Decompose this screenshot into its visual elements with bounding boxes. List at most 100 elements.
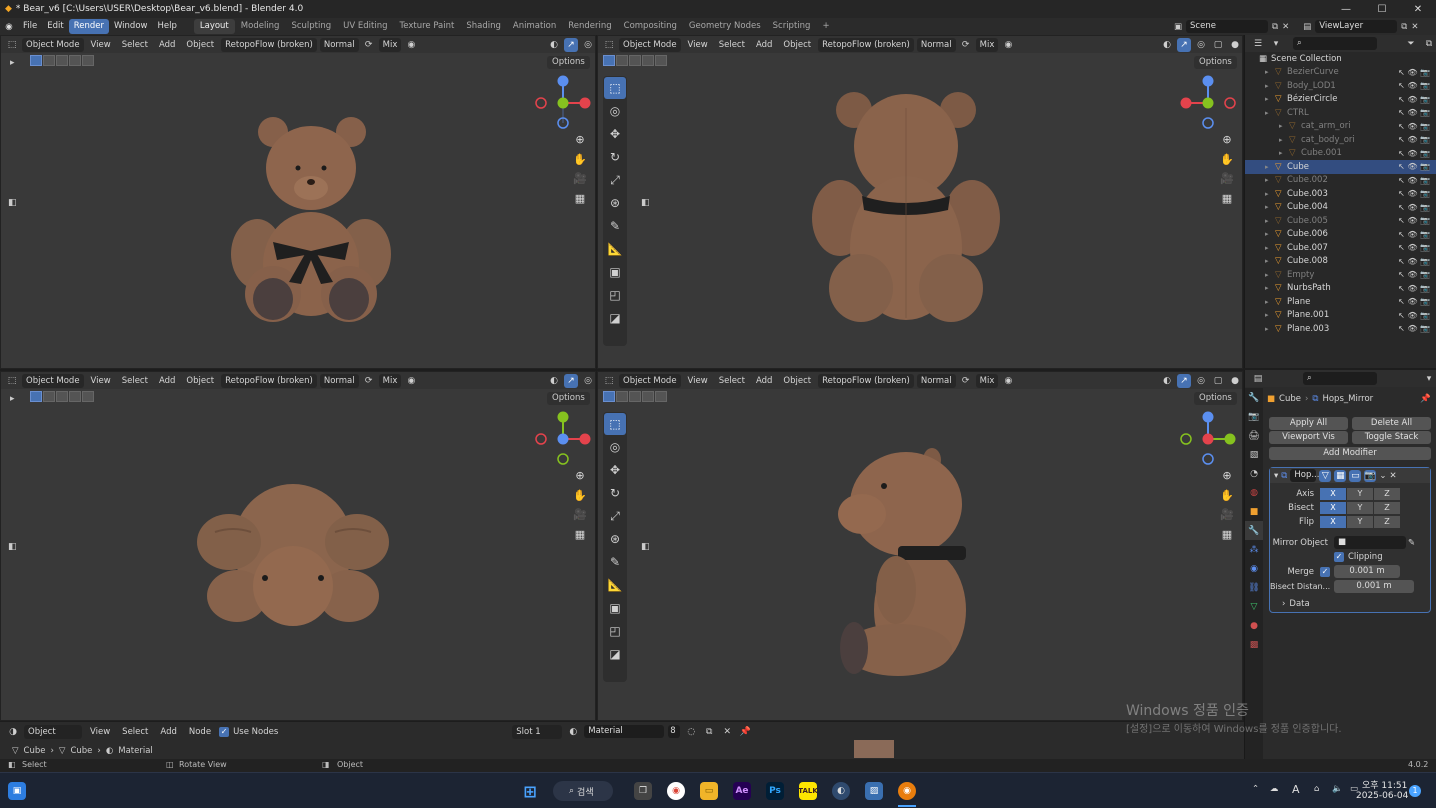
add-menu[interactable]: Add: [155, 38, 179, 52]
menu-render[interactable]: Render: [68, 19, 109, 34]
retopoflow-dropdown[interactable]: RetopoFlow (broken): [221, 37, 317, 52]
expand-arrow-icon[interactable]: ▸: [1265, 311, 1275, 319]
select-box-tool-icon[interactable]: ⬚: [604, 77, 626, 99]
maximize-button[interactable]: ☐: [1364, 0, 1400, 18]
desktop-widget-icon[interactable]: ▣: [8, 782, 26, 800]
camera-icon[interactable]: 🎥: [1219, 507, 1235, 523]
expand-arrow-icon[interactable]: ▸: [1265, 325, 1275, 333]
menu-window[interactable]: Window: [109, 19, 153, 34]
menu-edit[interactable]: Edit: [42, 19, 68, 34]
axis-z-toggle[interactable]: Z: [1374, 488, 1400, 500]
orientation-dropdown[interactable]: Normal: [319, 373, 359, 388]
gizmo-icon[interactable]: ↗: [564, 37, 578, 52]
add-cube-tool-icon[interactable]: ▣: [604, 597, 626, 619]
add-cube-tool-icon[interactable]: ▣: [604, 261, 626, 283]
xray-icon[interactable]: ▢: [1211, 38, 1225, 52]
hardops-tool-icon[interactable]: ◪: [604, 643, 626, 665]
visibility-icon[interactable]: ◐: [1160, 38, 1174, 52]
grid-icon[interactable]: ▦: [572, 527, 588, 543]
outliner-item[interactable]: ▸ ▽ Plane.001 ↖ 👁 📷: [1245, 309, 1436, 323]
camera-icon[interactable]: 🎥: [572, 171, 588, 187]
sidebar-toggle-icon[interactable]: ◧: [8, 542, 18, 552]
bisect-distance-field[interactable]: 0.001 m: [1334, 580, 1414, 593]
hardops-tool-icon[interactable]: ◪: [604, 307, 626, 329]
restriction-toggles[interactable]: ↖ 👁 📷: [1398, 108, 1430, 117]
expand-arrow-icon[interactable]: ▸: [1265, 217, 1275, 225]
tab-sculpting[interactable]: Sculpting: [285, 19, 337, 34]
restriction-toggles[interactable]: ↖ 👁 📷: [1398, 95, 1430, 104]
clock-time[interactable]: 오후 11:51: [1362, 778, 1407, 791]
output-tab-icon[interactable]: 🖨: [1245, 426, 1263, 445]
restriction-toggles[interactable]: ↖ 👁 📷: [1398, 297, 1430, 306]
restriction-toggles[interactable]: ↖ 👁 📷: [1398, 324, 1430, 333]
bisect-z-toggle[interactable]: Z: [1374, 502, 1400, 514]
zoom-icon[interactable]: ⊕: [572, 132, 588, 148]
pan-hand-icon[interactable]: ✋: [1219, 488, 1235, 504]
cage-toggle-icon[interactable]: ▦: [1334, 469, 1347, 482]
tab-shading[interactable]: Shading: [460, 19, 507, 34]
outliner-item[interactable]: ▸ ▽ Plane.003 ↖ 👁 📷: [1245, 322, 1436, 336]
pin-icon[interactable]: 📌: [1420, 394, 1431, 404]
flip-x-toggle[interactable]: X: [1320, 516, 1346, 528]
photoshop-icon[interactable]: Ps: [766, 782, 784, 800]
particles-tab-icon[interactable]: ⁂: [1245, 540, 1263, 559]
fake-user-icon[interactable]: ◌: [684, 725, 698, 739]
tab-animation[interactable]: Animation: [507, 19, 562, 34]
shader-add-menu[interactable]: Add: [156, 725, 180, 739]
modifier-name-field[interactable]: Hop...: [1290, 469, 1319, 482]
add-menu[interactable]: Add: [155, 374, 179, 388]
shading-icon[interactable]: ●: [1228, 38, 1242, 52]
add-menu[interactable]: Add: [752, 38, 776, 52]
restriction-toggles[interactable]: ↖ 👁 📷: [1398, 189, 1430, 198]
editor-type-icon[interactable]: ⬚: [602, 38, 616, 52]
delete-scene-icon[interactable]: ✕: [1282, 22, 1289, 32]
bisect-x-toggle[interactable]: X: [1320, 502, 1346, 514]
material-preview-node[interactable]: [854, 740, 894, 758]
visibility-icon[interactable]: ◐: [1160, 374, 1174, 388]
app-circle-icon[interactable]: ◐: [832, 782, 850, 800]
snap-mix-dropdown[interactable]: Mix: [378, 373, 402, 388]
outliner-item[interactable]: ▸ ▽ cat_arm_ori ↖ 👁 📷: [1245, 120, 1436, 134]
clipping-checkbox[interactable]: ✓: [1334, 552, 1344, 562]
proportional-edit-icon[interactable]: ◉: [404, 374, 418, 388]
pivot-icon[interactable]: ⟳: [959, 38, 973, 52]
pan-hand-icon[interactable]: ✋: [572, 152, 588, 168]
bisect-y-toggle[interactable]: Y: [1347, 502, 1373, 514]
rotate-tool-icon[interactable]: ↻: [604, 482, 626, 504]
select-mode-buttons[interactable]: [603, 391, 667, 402]
mode-dropdown[interactable]: Object Mode: [22, 373, 84, 388]
expand-arrow-icon[interactable]: ▸: [1265, 109, 1275, 117]
outliner-item[interactable]: ▸ ▽ Cube.008 ↖ 👁 📷: [1245, 255, 1436, 269]
slot-dropdown[interactable]: Slot 1: [512, 724, 563, 739]
toggle-stack-button[interactable]: Toggle Stack: [1352, 431, 1431, 444]
viewport-front[interactable]: ⬚ Object Mode View Select Add Object Ret…: [0, 35, 596, 369]
shader-node-menu[interactable]: Node: [185, 725, 215, 739]
options-dropdown[interactable]: Options: [1194, 392, 1237, 405]
add-workspace-icon[interactable]: +: [816, 19, 835, 34]
navigation-gizmo[interactable]: [531, 409, 595, 473]
ime-language-indicator[interactable]: A: [1292, 783, 1300, 796]
tray-network-icon[interactable]: ☁: [1270, 784, 1279, 794]
snap-mix-dropdown[interactable]: Mix: [975, 373, 999, 388]
tab-rendering[interactable]: Rendering: [562, 19, 617, 34]
expand-arrow-icon[interactable]: ▸: [1265, 284, 1275, 292]
display-mode-icon[interactable]: ▾: [1269, 37, 1283, 51]
restriction-toggles[interactable]: ↖ 👁 📷: [1398, 230, 1430, 239]
navigation-gizmo[interactable]: [1176, 409, 1240, 473]
delete-all-button[interactable]: Delete All: [1352, 417, 1431, 430]
restriction-toggles[interactable]: ↖ 👁 📷: [1398, 135, 1430, 144]
outliner-item[interactable]: ▸ ▽ Cube.007 ↖ 👁 📷: [1245, 241, 1436, 255]
merge-field[interactable]: 0.001 m: [1334, 565, 1400, 578]
material-name-field[interactable]: Material: [584, 725, 665, 738]
viewport-back[interactable]: ⬚ Object Mode View Select Add Object Ret…: [597, 35, 1243, 369]
tab-scripting[interactable]: Scripting: [767, 19, 817, 34]
speaker-icon[interactable]: 🔈: [1332, 784, 1343, 794]
axis-y-toggle[interactable]: Y: [1347, 488, 1373, 500]
object-menu[interactable]: Object: [182, 374, 218, 388]
overlay-icon[interactable]: ◎: [1194, 38, 1208, 52]
shader-view-menu[interactable]: View: [86, 725, 114, 739]
axis-x-toggle[interactable]: X: [1320, 488, 1346, 500]
expand-arrow-icon[interactable]: ▸: [1265, 271, 1275, 279]
tool-tab-icon[interactable]: 🔧: [1245, 388, 1263, 407]
retopoflow-dropdown[interactable]: RetopoFlow (broken): [818, 373, 914, 388]
